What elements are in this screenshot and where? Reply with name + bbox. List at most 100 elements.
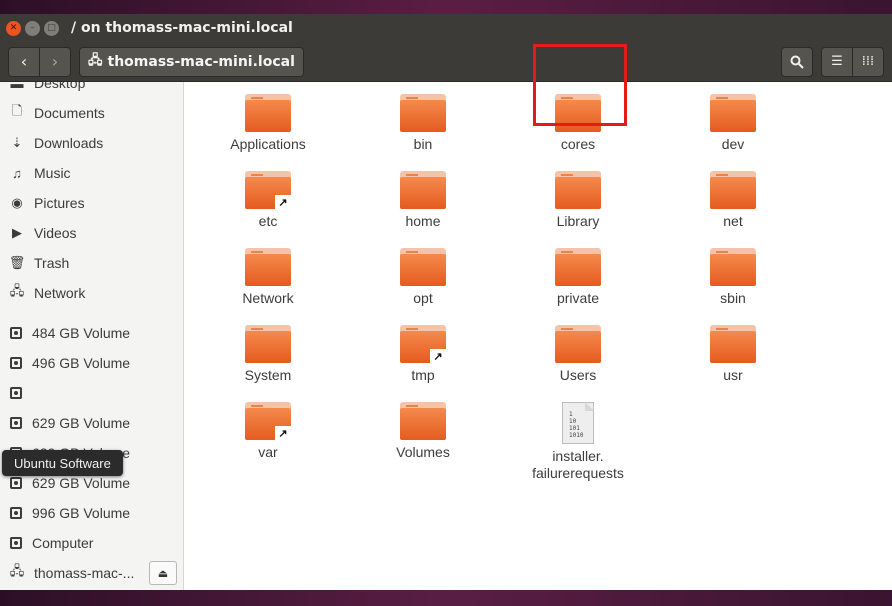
sidebar-item[interactable]: 629 GB Volume: [0, 408, 183, 438]
sidebar: ▬ Desktop 🗋 Documents ⇣ Downloads ♫ Music ◉ Pictu…: [0, 82, 184, 590]
sidebar-item[interactable]: ▬ Desktop: [0, 82, 183, 98]
folder-item[interactable]: Volumes: [363, 402, 483, 461]
file-name: Users: [559, 367, 597, 383]
network-share-icon: 🖧: [88, 52, 103, 68]
folder-item[interactable]: sbin: [673, 248, 793, 307]
sidebar-item[interactable]: 496 GB Volume: [0, 348, 183, 378]
folder-icon: [400, 248, 446, 286]
eject-button[interactable]: ⏏: [149, 561, 177, 585]
sidebar-item[interactable]: ◉ Pictures: [0, 188, 183, 218]
sidebar-item-label: Music: [34, 165, 71, 181]
file-name: opt: [413, 290, 433, 306]
sidebar-item[interactable]: 996 GB Volume: [0, 498, 183, 528]
folder-item[interactable]: ↗ tmp: [363, 325, 483, 384]
file-name: Library: [556, 213, 600, 229]
sidebar-item[interactable]: ♫ Music: [0, 158, 183, 188]
maximize-icon: □: [47, 22, 56, 33]
title-bar: ✕ – □ / on thomass-mac-mini.local: [0, 14, 892, 42]
drive-icon: [10, 477, 22, 489]
file-name: home: [405, 213, 441, 229]
folder-icon: [245, 248, 291, 286]
sidebar-item[interactable]: ▶ Videos: [0, 218, 183, 248]
folder-item[interactable]: Applications: [208, 94, 328, 153]
drive-icon: [10, 537, 22, 549]
file-name: installer. failurerequests: [532, 448, 624, 481]
sidebar-item-label: Network: [34, 285, 86, 301]
sidebar-item-label: Computer: [32, 535, 94, 551]
grid-icon: ⁞⁞⁞: [861, 54, 875, 69]
sidebar-item[interactable]: 🗋 Documents: [0, 98, 183, 128]
sidebar-item[interactable]: ⇣ Downloads: [0, 128, 183, 158]
sidebar-item-label: Desktop: [34, 82, 86, 91]
maximize-window-button[interactable]: □: [44, 20, 59, 36]
drive-icon: [10, 357, 22, 369]
sidebar-item-label: Videos: [34, 225, 77, 241]
folder-icon: [710, 325, 756, 363]
folder-item[interactable]: ↗ etc: [208, 171, 328, 230]
folder-item[interactable]: System: [208, 325, 328, 384]
folder-icon: [400, 171, 446, 209]
minimize-window-button[interactable]: –: [25, 20, 40, 36]
sidebar-item-label: Trash: [34, 255, 70, 271]
folder-item[interactable]: Library: [518, 171, 638, 230]
grid-view-button[interactable]: ⁞⁞⁞: [853, 46, 884, 77]
folder-item[interactable]: Users: [518, 325, 638, 384]
sidebar-item[interactable]: [0, 378, 183, 408]
document-icon: 🗋: [11, 103, 23, 118]
list-view-button[interactable]: ☰: [821, 46, 853, 77]
folder-item[interactable]: ↗ var: [208, 402, 328, 461]
folder-item[interactable]: private: [518, 248, 638, 307]
folder-icon: [400, 94, 446, 132]
folder-item[interactable]: bin: [363, 94, 483, 153]
folder-item[interactable]: cores: [518, 94, 638, 153]
search-button[interactable]: [781, 46, 813, 77]
file-name: etc: [258, 213, 278, 229]
folder-icon: [710, 248, 756, 286]
sidebar-list: ▬ Desktop 🗋 Documents ⇣ Downloads ♫ Music ◉ Pictu…: [0, 82, 183, 588]
file-name: dev: [721, 136, 745, 152]
sidebar-item-label: 496 GB Volume: [32, 355, 131, 371]
file-name: Volumes: [396, 444, 450, 460]
folder-item[interactable]: net: [673, 171, 793, 230]
search-icon: [790, 55, 804, 69]
back-button[interactable]: ‹: [8, 46, 40, 77]
folder-item[interactable]: usr: [673, 325, 793, 384]
sidebar-item[interactable]: 🖧 Network: [0, 278, 183, 308]
folder-item[interactable]: dev: [673, 94, 793, 153]
chevron-left-icon: ‹: [20, 52, 28, 71]
navigation-buttons: ‹ ›: [8, 46, 71, 77]
close-window-button[interactable]: ✕: [6, 20, 21, 36]
folder-icon: [555, 94, 601, 132]
folder-icon: [555, 325, 601, 363]
minimize-icon: –: [30, 22, 35, 33]
sidebar-item[interactable]: 🖧 thomass-mac-... ⏏: [0, 558, 183, 588]
folder-item[interactable]: opt: [363, 248, 483, 307]
path-bar-button[interactable]: 🖧 thomass-mac-mini.local: [79, 46, 304, 77]
folder-icon: ↗: [245, 171, 291, 209]
sidebar-item[interactable]: Computer: [0, 528, 183, 558]
chevron-right-icon: ›: [51, 52, 59, 71]
symlink-arrow-icon: ↗: [430, 349, 446, 363]
file-name: Applications: [230, 136, 306, 152]
sidebar-item-label: 996 GB Volume: [32, 505, 131, 521]
folder-icon: [245, 94, 291, 132]
sidebar-item[interactable]: 484 GB Volume: [0, 318, 183, 348]
folder-item[interactable]: home: [363, 171, 483, 230]
drive-icon: [10, 507, 22, 519]
video-icon: ▶: [12, 225, 22, 240]
folder-icon: [710, 94, 756, 132]
folder-icon: [555, 248, 601, 286]
folder-icon: ↗: [245, 402, 291, 440]
sidebar-item-label: thomass-mac-...: [34, 565, 135, 581]
file-name: System: [244, 367, 292, 383]
folder-icon: [555, 171, 601, 209]
folder-item[interactable]: Network: [208, 248, 328, 307]
path-label: thomass-mac-mini.local: [107, 53, 295, 70]
file-item[interactable]: 1 10 101 1010 installer. failurerequests: [518, 402, 638, 482]
forward-button[interactable]: ›: [40, 46, 71, 77]
sidebar-item-label: Documents: [34, 105, 105, 121]
music-icon: ♫: [12, 165, 22, 181]
file-name: Network: [242, 290, 294, 306]
tooltip: Ubuntu Software: [2, 450, 123, 476]
sidebar-item[interactable]: 🗑 Trash: [0, 248, 183, 278]
